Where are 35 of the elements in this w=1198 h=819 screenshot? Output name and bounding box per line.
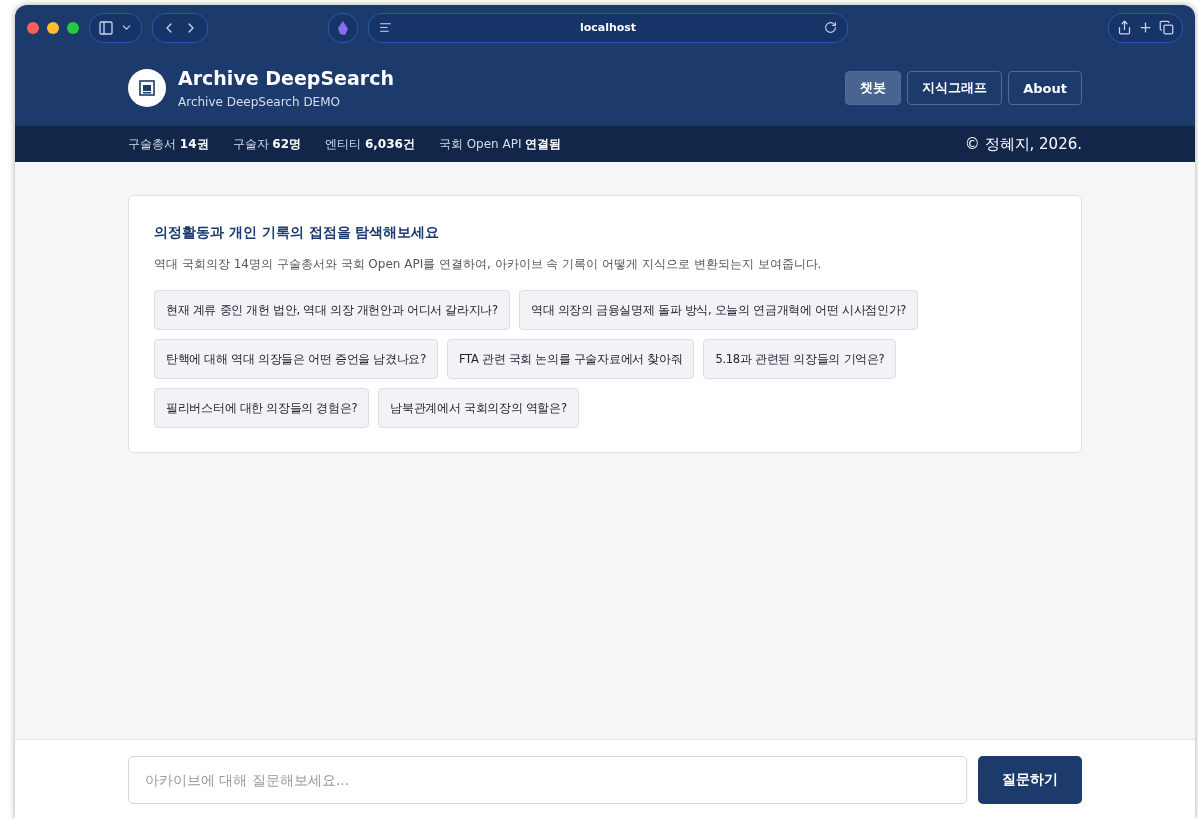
stat-text: 구술자 62명: [232, 135, 302, 153]
browser-actions[interactable]: [1108, 12, 1183, 43]
extension-icon[interactable]: [335, 19, 351, 36]
sidebar-toggle-button[interactable]: [89, 12, 142, 43]
address-text: localhost: [578, 21, 638, 34]
new-tab-icon[interactable]: [1138, 20, 1153, 35]
suggestion-button[interactable]: 현재 계류 중인 개헌 법안, 역대 의장 개헌안과 어디서 갈라지나?: [154, 290, 510, 330]
stat-text: 엔티티 6,036건: [325, 135, 415, 153]
nav-tab[interactable]: 챗봇: [845, 71, 902, 105]
suggestion-button[interactable]: 5.18과 관련된 의장들의 기억은?: [703, 339, 897, 379]
reload-icon[interactable]: [824, 21, 837, 34]
suggestion-button[interactable]: 역대 의장의 금융실명제 돌파 방식, 오늘의 연금개혁에 어떤 시사점인가?: [518, 290, 919, 330]
suggestion-button[interactable]: 탄핵에 대해 역대 의장들은 어떤 증언을 남겼나요?: [154, 339, 438, 379]
app-title: Archive DeepSearch: [178, 67, 394, 89]
intro-heading: 의정활동과 개인 기록의 접점을 탐색해보세요: [154, 224, 441, 242]
sidebar-icon[interactable]: [98, 19, 114, 36]
stat-text: 국회 Open API 연결됨: [438, 135, 562, 153]
page-menu-icon[interactable]: [379, 21, 392, 34]
suggestion-button[interactable]: FTA 관련 국회 논의를 구술자료에서 찾아줘: [446, 339, 695, 379]
ask-button[interactable]: 질문하기: [978, 755, 1082, 804]
copyright-text: © 정혜지, 2026.: [964, 134, 1082, 154]
extension-button[interactable]: [328, 12, 358, 43]
suggestion-button[interactable]: 남북관계에서 국회의장의 역할은?: [378, 388, 579, 428]
question-input-field[interactable]: 아카이브에 대해 질문해보세요...: [128, 755, 967, 804]
app-subtitle: Archive DeepSearch DEMO: [178, 95, 341, 109]
nav-tab[interactable]: About: [1008, 71, 1082, 105]
stat-text: 구술총서 14권: [128, 135, 209, 153]
logo-icon: [128, 69, 166, 107]
address-bar[interactable]: localhost: [368, 12, 848, 43]
window-controls-icon[interactable]: [27, 21, 79, 34]
nav-tab[interactable]: 지식그래프: [907, 71, 1003, 105]
share-icon[interactable]: [1117, 20, 1132, 35]
intro-description: 역대 국회의장 14명의 구술총서와 국회 Open API를 연결하여, 아카이브 속 기록이 어떻게 지식으로 변환되는지 보여줍니다.: [154, 256, 823, 273]
tabs-overview-icon[interactable]: [1159, 20, 1174, 35]
suggestion-button[interactable]: 필리버스터에 대한 의장들의 경험은?: [154, 388, 370, 428]
